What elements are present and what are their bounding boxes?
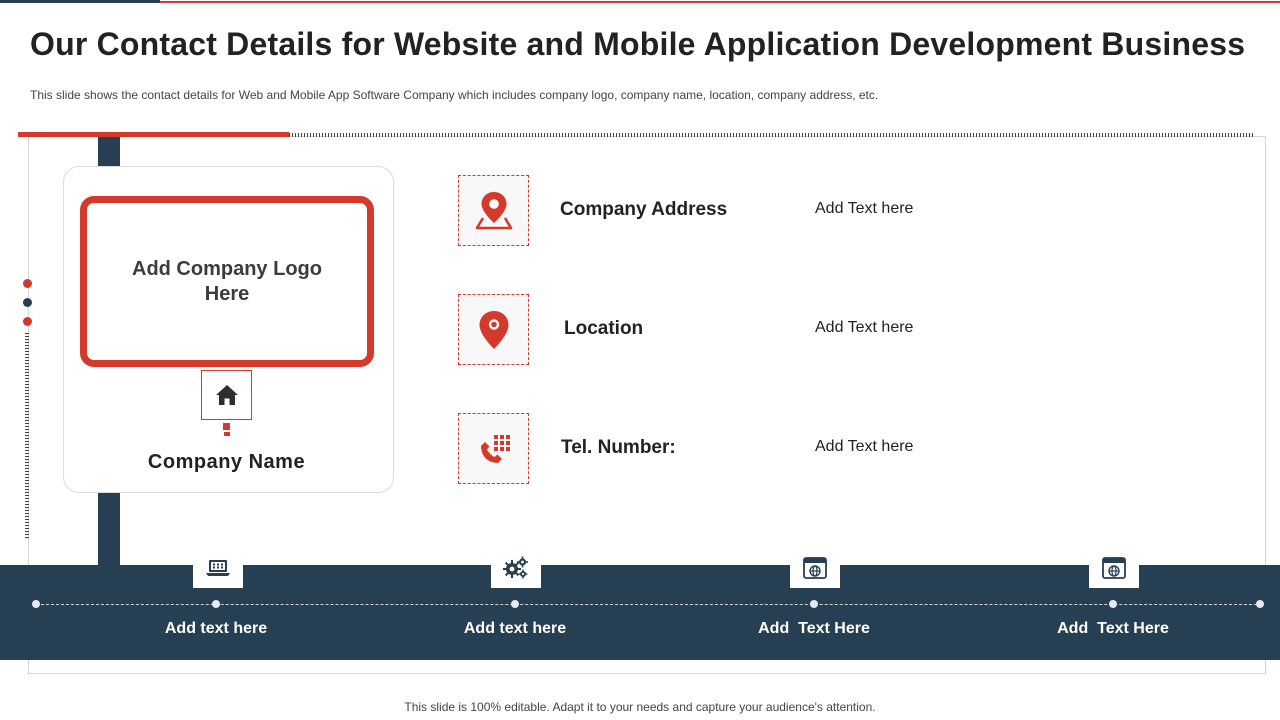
timeline-dot <box>511 600 519 608</box>
decor-dot-red <box>23 317 32 326</box>
gears-icon <box>503 556 528 579</box>
timeline-dot <box>212 600 220 608</box>
location-icon-box <box>458 294 529 365</box>
phone-icon-box <box>458 413 529 484</box>
slide-title: Our Contact Details for Website and Mobi… <box>30 26 1246 62</box>
contact-label-address: Company Address <box>560 199 728 220</box>
contact-value-tel[interactable]: Add Text here <box>815 438 913 456</box>
address-icon-box <box>458 175 529 246</box>
top-accent-bar-dark <box>0 0 160 3</box>
logo-placeholder-text: Add Company Logo Here <box>132 257 322 305</box>
timeline-dot <box>810 600 818 608</box>
footer-tab-3 <box>790 548 840 588</box>
decor-vertical-dotted-line <box>25 333 29 538</box>
footer-item-label-2[interactable]: Add text here <box>415 620 615 638</box>
contact-label-location: Location <box>564 318 644 339</box>
dotted-divider <box>289 133 1253 137</box>
location-pin-icon <box>479 310 508 349</box>
footer-item-label-1[interactable]: Add text here <box>116 620 316 638</box>
red-divider <box>18 132 289 137</box>
footer-tab-2 <box>491 548 541 588</box>
slide-subtitle: This slide shows the contact details for… <box>30 88 879 102</box>
decor-dot-navy <box>23 298 32 307</box>
footer-item-label-4[interactable]: Add Text Here <box>1013 620 1213 638</box>
company-logo-placeholder[interactable]: Add Company Logo Here <box>80 196 374 367</box>
connector-mark <box>223 423 230 430</box>
top-accent-bar-red <box>160 1 1280 3</box>
timeline-dot <box>1109 600 1117 608</box>
contact-label-tel: Tel. Number: <box>561 437 676 458</box>
laptop-icon <box>206 560 230 576</box>
home-icon-box <box>201 370 252 420</box>
line-end-dot <box>1256 600 1264 608</box>
decor-dot-red <box>23 279 32 288</box>
web-browser-globe-icon <box>803 557 827 579</box>
web-browser-globe-icon <box>1102 557 1126 579</box>
home-icon <box>215 385 238 405</box>
footer-tab-4 <box>1089 548 1139 588</box>
footer-item-label-3[interactable]: Add Text Here <box>714 620 914 638</box>
connector-mark <box>224 432 230 436</box>
footer-tab-1 <box>193 548 243 588</box>
map-pin-address-icon <box>475 191 512 229</box>
footer-note: This slide is 100% editable. Adapt it to… <box>404 700 876 714</box>
phone-keypad-icon <box>480 434 510 463</box>
line-end-dot <box>32 600 40 608</box>
company-name: Company Name <box>147 451 306 473</box>
contact-value-location[interactable]: Add Text here <box>815 319 913 337</box>
contact-value-address[interactable]: Add Text here <box>815 200 913 218</box>
footer-band <box>0 565 1280 660</box>
